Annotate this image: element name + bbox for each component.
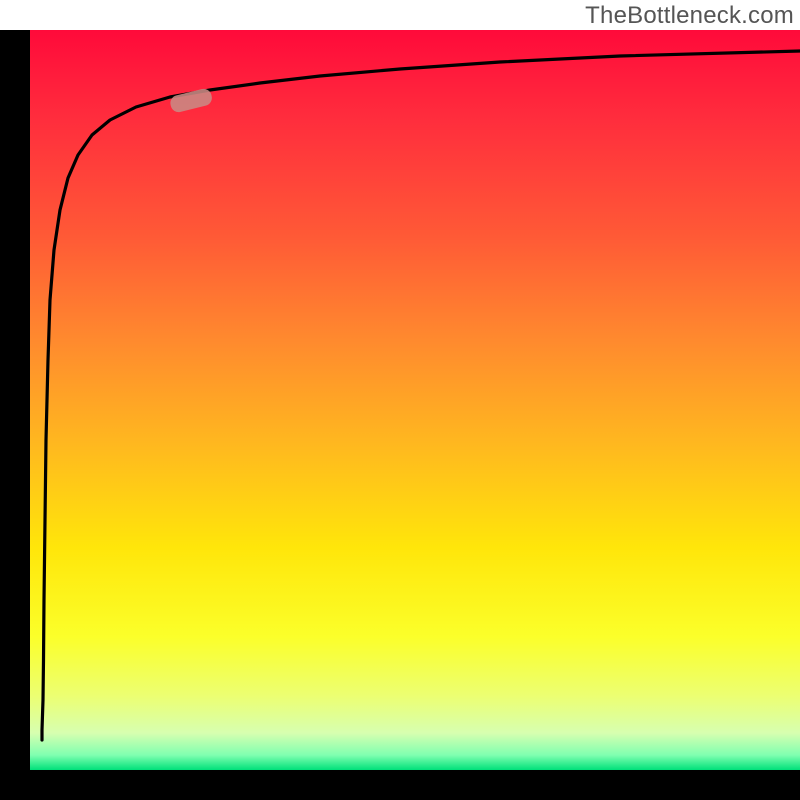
chart-stage: TheBottleneck.com <box>0 0 800 800</box>
x-axis <box>0 770 800 800</box>
y-axis <box>0 30 30 770</box>
plot-gradient-background <box>30 30 800 770</box>
watermark-text: TheBottleneck.com <box>585 2 794 30</box>
